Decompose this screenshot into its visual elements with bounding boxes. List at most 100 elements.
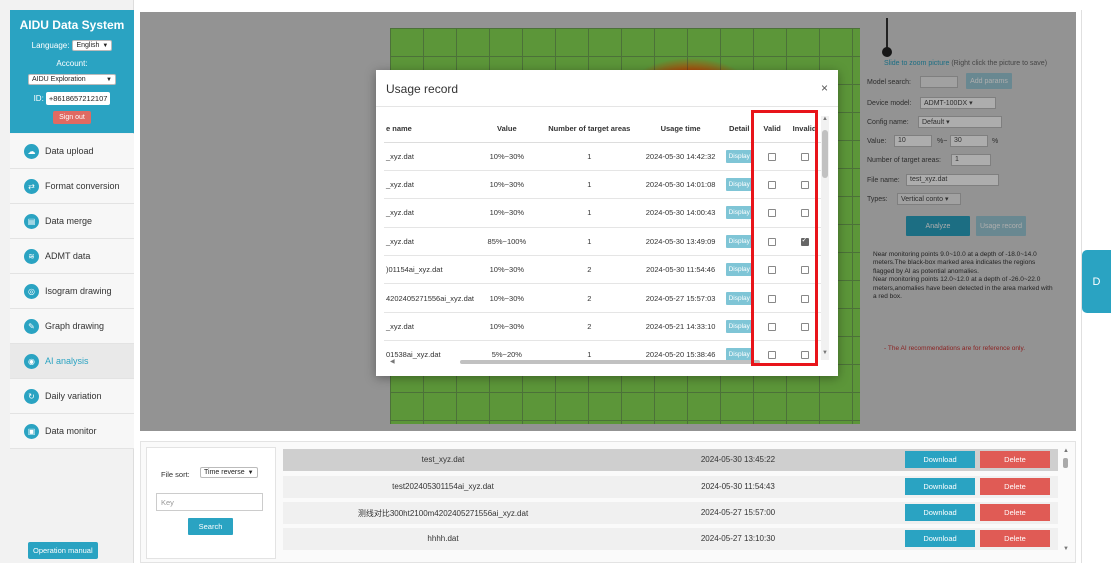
file-time: 2024-05-27 15:57:00 bbox=[700, 508, 776, 517]
menu-item-format-conversion[interactable]: ⇄ Format conversion bbox=[10, 169, 134, 204]
menu-item-label: Isogram drawing bbox=[45, 286, 112, 296]
chevron-down-icon: ▼ bbox=[247, 469, 254, 476]
scroll-up-icon[interactable]: ▲ bbox=[822, 116, 828, 122]
menu-item-admt-data[interactable]: ≋ ADMT data bbox=[10, 239, 134, 274]
chevron-down-icon: ▼ bbox=[102, 42, 109, 49]
download-button[interactable]: Download bbox=[905, 451, 975, 468]
account-value: AIDU Exploration bbox=[32, 76, 86, 83]
account-select[interactable]: AIDU Exploration ▼ bbox=[28, 74, 116, 85]
file-row[interactable]: hhhh.dat 2024-05-27 13:10:30 Download Delet… bbox=[283, 528, 1058, 550]
table-horizontal-scrollbar[interactable]: ◀ bbox=[390, 359, 810, 365]
file-name: test_xyz.dat bbox=[421, 455, 465, 464]
cell-value: 10%~30% bbox=[474, 312, 540, 342]
cell-target-areas: 2 bbox=[539, 283, 639, 313]
cell-file-name: _xyz.dat bbox=[384, 312, 474, 342]
menu-item-data-upload[interactable]: ☁ Data upload bbox=[10, 134, 134, 169]
language-value: English bbox=[76, 42, 100, 49]
download-button[interactable]: Download bbox=[905, 530, 975, 547]
sidebar: AIDU Data System Language: English ▼ Acco… bbox=[0, 0, 134, 563]
file-name: 测线对比300ht2100m4202405271556ai_xyz.dat bbox=[357, 509, 529, 518]
cell-value: 10%~30% bbox=[474, 142, 540, 171]
cell-value: 10%~30% bbox=[474, 255, 540, 285]
cell-usage-time: 2024-05-30 14:01:08 bbox=[638, 170, 723, 200]
cell-target-areas: 1 bbox=[539, 227, 639, 257]
display-button[interactable]: Display bbox=[725, 149, 753, 163]
scroll-left-icon[interactable]: ◀ bbox=[390, 358, 395, 365]
menu-item-label: Data merge bbox=[45, 216, 93, 226]
key-search-input[interactable]: Key bbox=[156, 493, 263, 511]
menu-item-daily-variation[interactable]: ↻ Daily variation bbox=[10, 379, 134, 414]
menu-item-label: Format conversion bbox=[45, 181, 120, 191]
cell-usage-time: 2024-05-30 14:00:43 bbox=[638, 198, 723, 228]
file-sort-label: File sort: bbox=[161, 470, 190, 479]
delete-button[interactable]: Delete bbox=[980, 504, 1050, 521]
graph-icon: ✎ bbox=[24, 318, 39, 334]
scroll-down-icon[interactable]: ▼ bbox=[1063, 546, 1069, 552]
display-button[interactable]: Display bbox=[725, 291, 753, 305]
download-button[interactable]: Download bbox=[905, 504, 975, 521]
dialog-title: Usage record bbox=[386, 82, 459, 96]
file-row[interactable]: test_xyz.dat 2024-05-30 13:45:22 Download D… bbox=[283, 449, 1058, 471]
file-row[interactable]: test202405301154ai_xyz.dat 2024-05-30 11:… bbox=[283, 476, 1058, 498]
cell-value: 10%~30% bbox=[474, 170, 540, 200]
display-button[interactable]: Display bbox=[725, 320, 753, 334]
scrollbar-thumb[interactable] bbox=[822, 130, 828, 178]
display-button[interactable]: Display bbox=[725, 263, 753, 277]
scroll-up-icon[interactable]: ▲ bbox=[1063, 448, 1069, 454]
file-time: 2024-05-30 11:54:43 bbox=[701, 482, 775, 491]
column-header-value: Value bbox=[474, 116, 540, 143]
scroll-down-icon[interactable]: ▼ bbox=[822, 350, 828, 356]
operation-manual-button[interactable]: Operation manual bbox=[28, 542, 98, 559]
scrollbar-thumb[interactable] bbox=[460, 360, 760, 364]
menu-item-label: Data monitor bbox=[45, 426, 97, 436]
download-button[interactable]: Download bbox=[905, 478, 975, 495]
account-label: Account: bbox=[56, 59, 88, 68]
isogram-icon: ◎ bbox=[24, 283, 39, 299]
cell-target-areas: 1 bbox=[539, 142, 639, 171]
column-header-target-areas: Number of target areas bbox=[539, 116, 639, 143]
file-time: 2024-05-27 13:10:30 bbox=[700, 534, 776, 543]
column-header-file-name: e name bbox=[384, 116, 474, 143]
id-label: ID: bbox=[33, 94, 44, 103]
cell-file-name: )01154ai_xyz.dat bbox=[384, 255, 474, 285]
cell-usage-time: 2024-05-30 11:54:46 bbox=[638, 255, 723, 285]
menu-item-graph-drawing[interactable]: ✎ Graph drawing bbox=[10, 309, 134, 344]
menu-item-isogram-drawing[interactable]: ◎ Isogram drawing bbox=[10, 274, 134, 309]
account-panel: AIDU Data System Language: English ▼ Acco… bbox=[10, 10, 134, 133]
admt-icon: ≋ bbox=[24, 248, 39, 264]
file-list-scrollbar[interactable]: ▲ ▼ bbox=[1062, 448, 1070, 554]
display-button[interactable]: Display bbox=[725, 178, 753, 192]
cell-file-name: _xyz.dat bbox=[384, 170, 474, 200]
delete-button[interactable]: Delete bbox=[980, 451, 1050, 468]
cell-usage-time: 2024-05-30 13:49:09 bbox=[638, 227, 723, 257]
search-button[interactable]: Search bbox=[188, 518, 233, 535]
file-sort-select[interactable]: Time reverse ▼ bbox=[200, 467, 258, 478]
dialog-divider bbox=[376, 106, 838, 107]
menu-item-data-merge[interactable]: ▤ Data merge bbox=[10, 204, 134, 239]
file-row[interactable]: 测线对比300ht2100m4202405271556ai_xyz.dat 202… bbox=[283, 502, 1058, 524]
language-row: Language: English ▼ bbox=[10, 40, 134, 51]
cell-value: 10%~30% bbox=[474, 198, 540, 228]
chevron-down-icon: ▼ bbox=[106, 76, 112, 83]
menu-item-label: Graph drawing bbox=[45, 321, 105, 331]
cell-file-name: _xyz.dat bbox=[384, 227, 474, 257]
menu-item-label: ADMT data bbox=[45, 251, 91, 261]
close-icon[interactable]: × bbox=[821, 81, 828, 95]
cell-usage-time: 2024-05-27 15:57:03 bbox=[638, 283, 723, 313]
side-tab-button[interactable]: D bbox=[1082, 250, 1111, 313]
delete-button[interactable]: Delete bbox=[980, 530, 1050, 547]
language-select[interactable]: English ▼ bbox=[72, 40, 113, 51]
menu-item-label: AI analysis bbox=[45, 356, 89, 366]
display-button[interactable]: Display bbox=[725, 234, 753, 248]
ai-icon: ◉ bbox=[24, 353, 39, 369]
delete-button[interactable]: Delete bbox=[980, 478, 1050, 495]
table-vertical-scrollbar[interactable]: ▲ ▼ bbox=[821, 116, 829, 360]
menu-item-data-monitor[interactable]: ▣ Data monitor bbox=[10, 414, 134, 449]
id-value: +8618657212107 bbox=[45, 92, 111, 105]
scrollbar-thumb[interactable] bbox=[1063, 458, 1068, 468]
cell-target-areas: 1 bbox=[539, 198, 639, 228]
menu-item-ai-analysis[interactable]: ◉ AI analysis bbox=[10, 344, 134, 379]
language-label: Language: bbox=[31, 41, 70, 50]
display-button[interactable]: Display bbox=[725, 206, 753, 220]
sign-out-button[interactable]: Sign out bbox=[53, 111, 91, 124]
